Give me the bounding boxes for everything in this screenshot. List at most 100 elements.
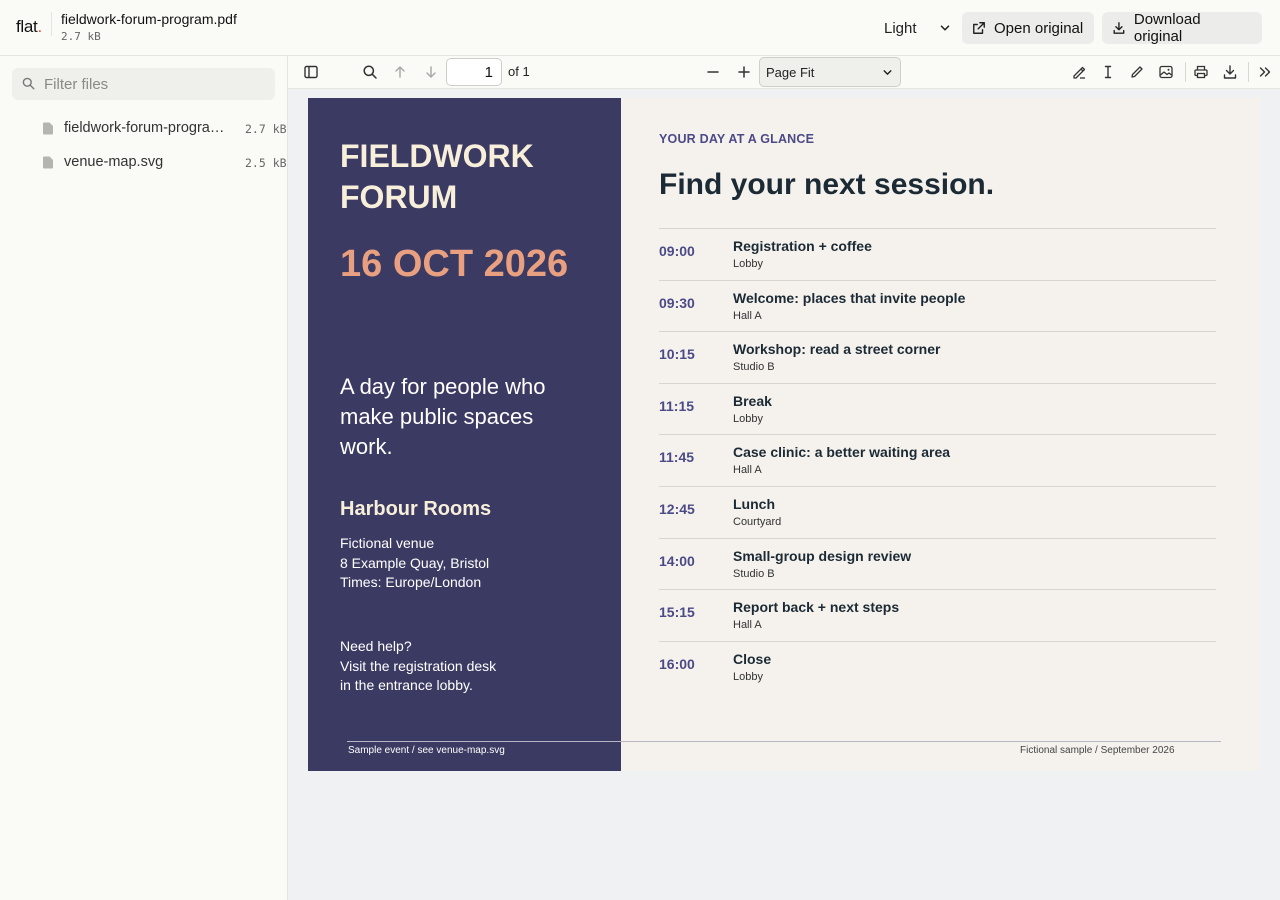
session-time: 10:15 <box>659 346 695 363</box>
session-time: 12:45 <box>659 500 695 517</box>
session-room: Courtyard <box>733 515 782 528</box>
session-time: 11:15 <box>659 397 695 414</box>
schedule-row: 16:00 Close Lobby <box>659 640 1216 693</box>
highlight-icon[interactable] <box>1071 64 1087 80</box>
session-room: Studio B <box>733 361 775 374</box>
arrow-down-icon[interactable] <box>423 64 439 80</box>
file-list-item[interactable]: fieldwork-forum-program.pdf 2.7 kB <box>0 114 287 142</box>
file-name: venue-map.svg <box>64 154 164 170</box>
session-time: 11:45 <box>659 449 695 466</box>
zoom-in-icon[interactable] <box>736 64 752 80</box>
pencil-icon[interactable] <box>1129 64 1145 80</box>
session-title: Welcome: places that invite people <box>733 289 966 306</box>
file-size: 2.7 kB <box>61 30 101 43</box>
venue-name: Harbour Rooms <box>340 498 492 520</box>
header-divider <box>51 12 52 36</box>
session-time: 09:30 <box>659 294 695 311</box>
external-link-icon <box>973 22 985 34</box>
theme-select[interactable]: Light <box>872 12 956 44</box>
venue-address: Fictional venue 8 Example Quay, Bristol … <box>340 534 489 593</box>
schedule-kicker: YOUR DAY AT A GLANCE <box>659 132 815 146</box>
session-room: Lobby <box>733 412 763 425</box>
filter-box <box>12 68 275 100</box>
session-room: Hall A <box>733 619 762 632</box>
schedule-row: 11:45 Case clinic: a better waiting area… <box>659 434 1216 486</box>
session-title: Small-group design review <box>733 547 912 564</box>
address-line: Times: Europe/London <box>340 574 482 590</box>
file-size: 2.5 kB <box>245 156 287 170</box>
theme-select-value: Light <box>884 19 917 37</box>
filter-input[interactable] <box>44 68 269 100</box>
file-title: fieldwork-forum-program.pdf <box>61 11 237 27</box>
event-tagline: A day for people who make public spaces … <box>340 374 546 459</box>
search-icon <box>22 77 35 90</box>
schedule-heading: Find your next session. <box>659 168 995 201</box>
schedule-row: 11:15 Break Lobby <box>659 382 1216 435</box>
footer-right-note: Fictional sample / September 2026 <box>1020 745 1175 756</box>
session-title: Workshop: read a street corner <box>733 341 941 358</box>
event-title: FIELDWORK FORUM <box>340 138 534 215</box>
chevron-down-icon <box>940 25 950 31</box>
file-sidebar: fieldwork-forum-program.pdf 2.7 kB venue… <box>0 56 288 900</box>
schedule-row: 09:30 Welcome: places that invite people… <box>659 279 1216 332</box>
page-count: of 1 <box>508 64 530 79</box>
help-line: Visit the registration desk <box>340 657 497 674</box>
pdf-page: FIELDWORK FORUM 16 OCT 2026 A day for pe… <box>308 98 1260 771</box>
session-room: Hall A <box>733 464 762 477</box>
schedule-row: 09:00 Registration + coffee Lobby <box>659 228 1216 280</box>
session-time: 14:00 <box>659 552 695 569</box>
schedule-row: 10:15 Workshop: read a street corner Stu… <box>659 331 1216 383</box>
toolbar-divider <box>1185 62 1186 82</box>
file-list-item[interactable]: venue-map.svg 2.5 kB <box>0 148 287 176</box>
download-icon[interactable] <box>1222 64 1238 80</box>
toggle-sidebar-icon[interactable] <box>303 64 319 80</box>
document-viewer[interactable]: FIELDWORK FORUM 16 OCT 2026 A day for pe… <box>288 89 1280 900</box>
arrow-up-icon[interactable] <box>392 64 408 80</box>
session-room: Lobby <box>733 258 763 270</box>
session-title: Break <box>733 392 772 409</box>
text-cursor-icon[interactable] <box>1100 64 1116 80</box>
app-header: flat. fieldwork-forum-program.pdf 2.7 kB… <box>0 0 1280 56</box>
session-title: Registration + coffee <box>733 238 872 254</box>
zoom-select[interactable]: Page Fit <box>759 57 901 87</box>
download-original-label: Download original <box>1133 11 1201 45</box>
session-room: Lobby <box>733 670 763 683</box>
schedule-row: 14:00 Small-group design review Studio B <box>659 537 1216 590</box>
zoom-select-value: Page Fit <box>766 65 815 80</box>
zoom-out-icon[interactable] <box>705 64 721 80</box>
session-title: Lunch <box>733 495 775 512</box>
file-name: fieldwork-forum-program.pdf <box>64 120 234 136</box>
session-room: Hall A <box>733 309 762 322</box>
schedule-list: 09:00 Registration + coffee Lobby 09:30 … <box>659 228 1216 692</box>
help-line: Need help? <box>340 638 412 654</box>
session-title: Close <box>733 650 772 667</box>
logo[interactable]: flat. <box>16 17 42 37</box>
session-time: 16:00 <box>659 655 695 672</box>
footer-divider <box>347 741 1221 742</box>
chevron-down-icon <box>883 70 892 75</box>
file-size: 2.7 kB <box>245 122 287 136</box>
file-icon <box>43 122 53 135</box>
more-tools-icon[interactable] <box>1257 64 1273 80</box>
toolbar-divider <box>1248 62 1249 82</box>
page-number-input[interactable] <box>446 58 502 86</box>
open-original-label: Open original <box>994 19 1084 37</box>
session-room: Studio B <box>733 567 775 580</box>
session-time: 09:00 <box>659 243 695 259</box>
search-icon[interactable] <box>362 64 378 80</box>
download-icon <box>1113 22 1125 34</box>
help-note: Need help? Visit the registration desk i… <box>340 637 496 696</box>
event-date: 16 OCT 2026 <box>340 243 569 285</box>
print-icon[interactable] <box>1193 64 1209 80</box>
event-info-panel: FIELDWORK FORUM 16 OCT 2026 A day for pe… <box>308 98 621 771</box>
address-line: 8 Example Quay, Bristol <box>340 554 490 571</box>
session-time: 15:15 <box>659 604 695 621</box>
download-original-button[interactable]: Download original <box>1102 11 1262 45</box>
file-icon <box>43 156 53 169</box>
session-title: Report back + next steps <box>733 599 900 616</box>
pdf-toolbar: of 1 Page Fit <box>288 56 1280 89</box>
open-original-button[interactable]: Open original <box>962 12 1094 44</box>
footer-left-note: Sample event / see venue-map.svg <box>348 745 505 756</box>
image-icon[interactable] <box>1158 64 1174 80</box>
schedule-row: 15:15 Report back + next steps Hall A <box>659 589 1216 641</box>
